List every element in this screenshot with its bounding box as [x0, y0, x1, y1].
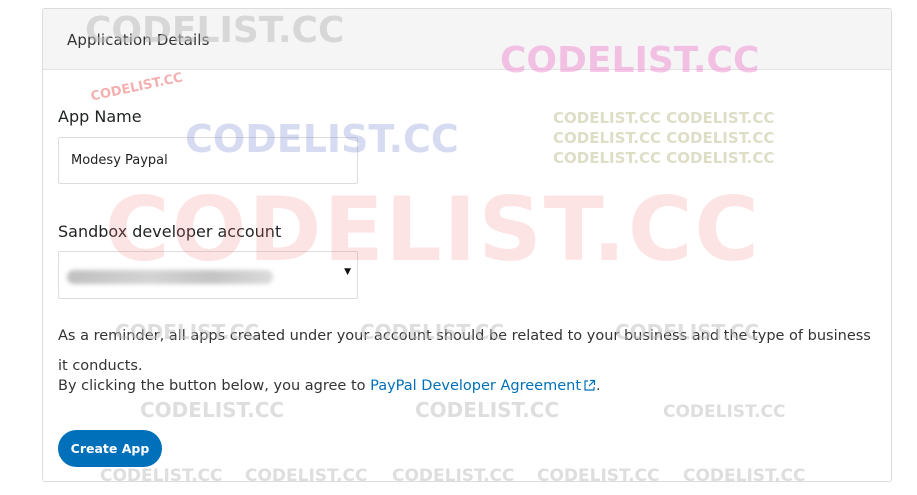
sandbox-account-select[interactable]: ▼: [58, 251, 358, 299]
panel-title: Application Details: [67, 31, 210, 49]
agreement-text: By clicking the button below, you agree …: [58, 378, 601, 396]
app-name-label: App Name: [58, 107, 142, 126]
agreement-suffix: .: [596, 378, 601, 394]
developer-agreement-link-text: PayPal Developer Agreement: [370, 378, 582, 394]
agreement-prefix: By clicking the button below, you agree …: [58, 378, 371, 394]
external-link-icon: [583, 379, 596, 396]
dropdown-arrow-icon: ▼: [344, 267, 351, 277]
developer-agreement-link[interactable]: PayPal Developer Agreement: [370, 378, 596, 394]
redacted-account-value: [67, 270, 273, 284]
sandbox-account-label: Sandbox developer account: [58, 222, 282, 241]
app-name-input[interactable]: [58, 137, 358, 184]
create-app-button[interactable]: Create App: [58, 430, 162, 467]
application-details-panel: Application Details App Name Sandbox dev…: [42, 8, 892, 482]
reminder-text: As a reminder, all apps created under yo…: [58, 328, 871, 374]
